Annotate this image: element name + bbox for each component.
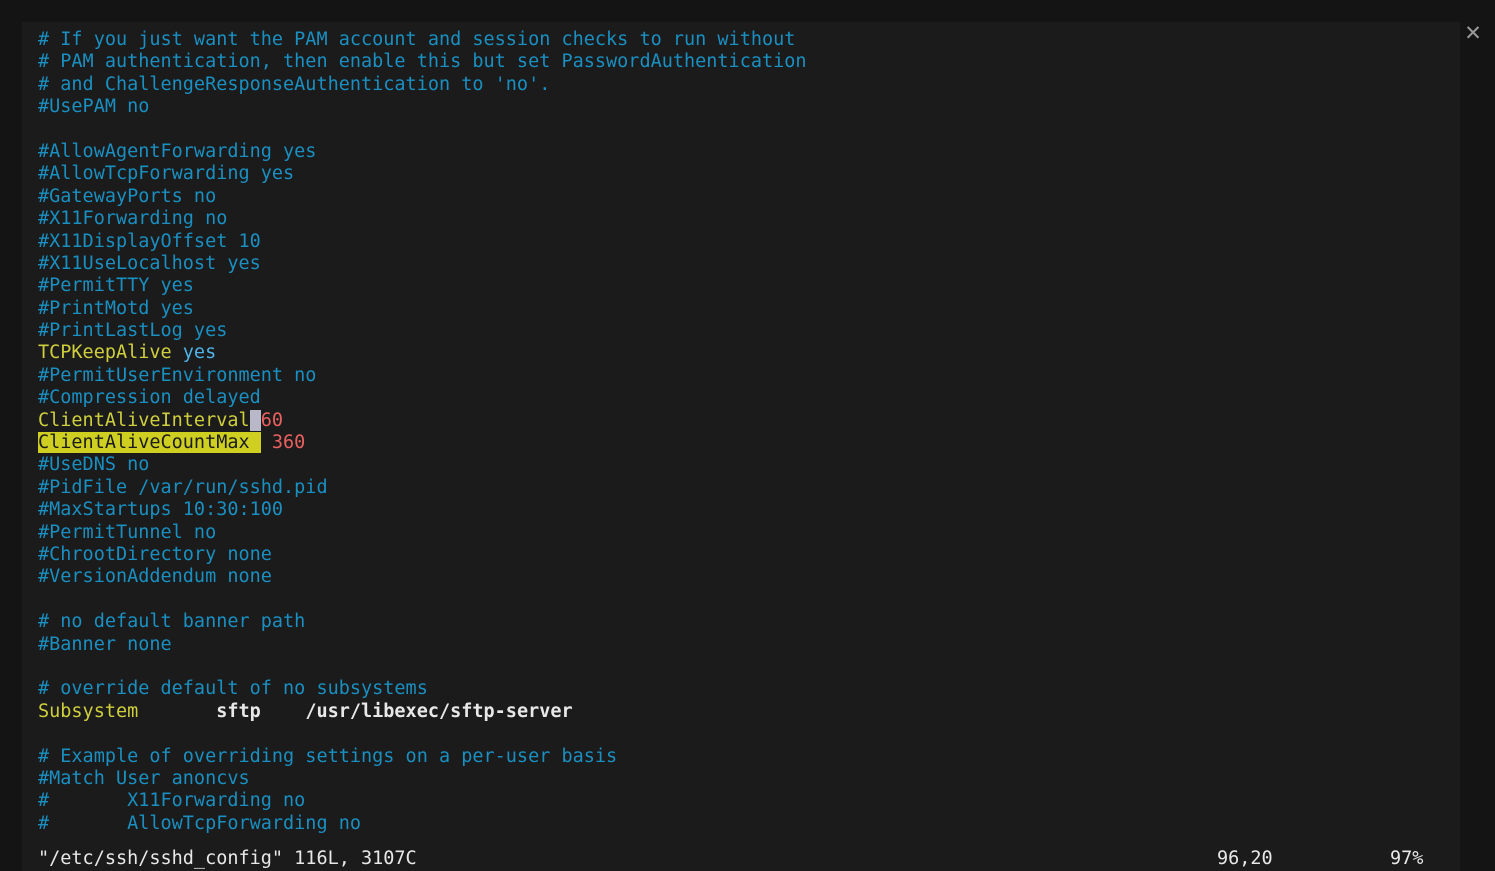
statusline-cursor-position: 96,20: [1217, 848, 1273, 869]
editor-token: #PrintMotd yes: [38, 297, 194, 319]
text-cursor: [249, 409, 261, 431]
editor-token: #X11UseLocalhost yes: [38, 252, 261, 274]
close-icon[interactable]: ✕: [1460, 20, 1486, 46]
screen: ✕ # If you just want the PAM account and…: [0, 0, 1495, 871]
editor-line[interactable]: # override default of no subsystems: [38, 678, 1460, 700]
editor-token: sftp /usr/libexec/sftp-server: [138, 700, 573, 722]
editor-token: #VersionAddendum none: [38, 566, 272, 588]
editor-line[interactable]: # Example of overriding settings on a pe…: [38, 746, 1460, 768]
editor-token: #PermitTTY yes: [38, 275, 194, 297]
editor-token: #UseDNS no: [38, 454, 150, 476]
editor-line[interactable]: # no default banner path: [38, 611, 1460, 633]
editor-line[interactable]: #Banner none: [38, 634, 1460, 656]
editor-token: # override default of no subsystems: [38, 678, 428, 700]
statusline-scroll-percent: 97%: [1390, 848, 1424, 869]
editor-token: #Banner none: [38, 633, 172, 655]
editor-token: 360: [260, 432, 306, 454]
terminal-window[interactable]: # If you just want the PAM account and s…: [22, 22, 1460, 871]
editor-line[interactable]: # PAM authentication, then enable this b…: [38, 51, 1460, 73]
editor-token: #X11DisplayOffset 10: [38, 230, 261, 252]
editor-line[interactable]: #UsePAM no: [38, 96, 1460, 118]
editor-line[interactable]: #PermitUserEnvironment no: [38, 365, 1460, 387]
editor-token: #AllowAgentForwarding yes: [38, 140, 317, 162]
editor-line[interactable]: #PermitTTY yes: [38, 275, 1460, 297]
editor-token: #PidFile /var/run/sshd.pid: [38, 476, 328, 498]
editor-line[interactable]: #X11UseLocalhost yes: [38, 253, 1460, 275]
editor-token: # If you just want the PAM account and s…: [38, 29, 796, 50]
editor-line[interactable]: #PrintLastLog yes: [38, 320, 1460, 342]
editor-buffer[interactable]: # If you just want the PAM account and s…: [22, 22, 1460, 835]
editor-token: #UsePAM no: [38, 96, 150, 118]
editor-line[interactable]: #AllowAgentForwarding yes: [38, 141, 1460, 163]
editor-token: #Match User anoncvs: [38, 767, 250, 789]
editor-line[interactable]: #GatewayPorts no: [38, 186, 1460, 208]
editor-line[interactable]: [38, 656, 1460, 678]
editor-line[interactable]: #AllowTcpForwarding yes: [38, 163, 1460, 185]
editor-token: #PermitTunnel no: [38, 521, 217, 543]
editor-line[interactable]: TCPKeepAlive yes: [38, 342, 1460, 364]
editor-line[interactable]: #X11DisplayOffset 10: [38, 231, 1460, 253]
editor-token: #AllowTcpForwarding yes: [38, 163, 295, 185]
editor-line[interactable]: [38, 119, 1460, 141]
editor-line[interactable]: #Compression delayed: [38, 387, 1460, 409]
editor-line[interactable]: #PermitTunnel no: [38, 522, 1460, 544]
editor-line[interactable]: # AllowTcpForwarding no: [38, 813, 1460, 835]
editor-token: #PrintLastLog yes: [38, 320, 228, 342]
editor-token: #X11Forwarding no: [38, 208, 228, 230]
editor-line[interactable]: #VersionAddendum none: [38, 566, 1460, 588]
editor-token: # and ChallengeResponseAuthentication to…: [38, 73, 551, 95]
editor-line[interactable]: #PidFile /var/run/sshd.pid: [38, 477, 1460, 499]
editor-token: #GatewayPorts no: [38, 185, 217, 207]
editor-line[interactable]: ClientAliveInterval 60: [38, 409, 1460, 432]
editor-line[interactable]: # and ChallengeResponseAuthentication to…: [38, 74, 1460, 96]
editor-line[interactable]: [38, 723, 1460, 745]
editor-token: #ChrootDirectory none: [38, 543, 272, 565]
editor-token: # PAM authentication, then enable this b…: [38, 51, 807, 73]
vim-statusline: "/etc/ssh/sshd_config" 116L, 3107C 96,20…: [22, 847, 1460, 871]
editor-token: # Example of overriding settings on a pe…: [38, 745, 618, 767]
editor-token: Subsystem: [38, 700, 139, 722]
editor-line[interactable]: #PrintMotd yes: [38, 298, 1460, 320]
editor-token: yes: [182, 342, 217, 364]
editor-token: # X11Forwarding no: [38, 790, 306, 812]
editor-token: 60: [260, 409, 284, 431]
editor-token: # AllowTcpForwarding no: [38, 812, 362, 834]
editor-line[interactable]: #X11Forwarding no: [38, 208, 1460, 230]
editor-line[interactable]: #UseDNS no: [38, 454, 1460, 476]
editor-token: [172, 342, 183, 363]
editor-line[interactable]: #Match User anoncvs: [38, 768, 1460, 790]
editor-line[interactable]: # X11Forwarding no: [38, 790, 1460, 812]
editor-line[interactable]: ClientAliveCountMax 360: [38, 432, 1460, 454]
editor-token: #Compression delayed: [38, 387, 261, 409]
search-match-highlight: ClientAliveCountMax: [38, 432, 261, 454]
statusline-filename: "/etc/ssh/sshd_config" 116L, 3107C: [38, 848, 417, 869]
editor-line[interactable]: Subsystem sftp /usr/libexec/sftp-server: [38, 701, 1460, 723]
editor-token: # no default banner path: [38, 611, 306, 633]
editor-token: #MaxStartups 10:30:100: [38, 499, 284, 521]
editor-line[interactable]: # If you just want the PAM account and s…: [38, 29, 1460, 51]
editor-line[interactable]: #MaxStartups 10:30:100: [38, 499, 1460, 521]
editor-token: #PermitUserEnvironment no: [38, 364, 317, 386]
editor-line[interactable]: #ChrootDirectory none: [38, 544, 1460, 566]
editor-token: ClientAliveInterval: [38, 409, 250, 431]
editor-line[interactable]: [38, 589, 1460, 611]
editor-token: TCPKeepAlive: [38, 342, 172, 364]
